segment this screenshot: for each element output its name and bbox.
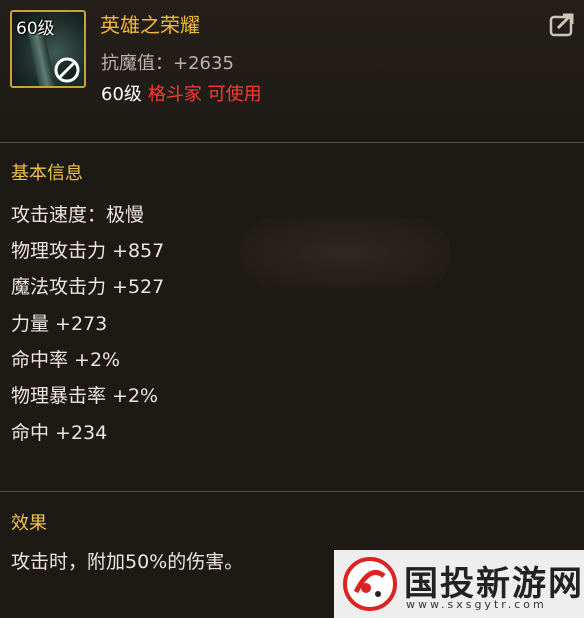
background-art xyxy=(240,218,450,288)
share-export-icon[interactable] xyxy=(548,12,576,38)
item-icon[interactable]: 60级 xyxy=(10,10,86,88)
effect-title: 效果 xyxy=(11,513,47,534)
divider xyxy=(0,142,584,143)
magic-resist: 抗魔值：+2635 xyxy=(101,53,234,74)
requirement-line: 60级 格斗家 可使用 xyxy=(101,80,262,106)
stat-hit-rate: 命中率 +2% xyxy=(11,349,121,371)
item-header xyxy=(0,0,584,118)
required-level: 60级 xyxy=(101,84,142,105)
stat-physical-attack: 物理攻击力 +857 xyxy=(11,240,165,262)
effect-text: 攻击时，附加50%的伤害。 xyxy=(11,551,244,573)
item-level-badge: 60级 xyxy=(16,19,55,39)
stat-strength: 力量 +273 xyxy=(11,313,108,335)
stat-hit: 命中 +234 xyxy=(11,422,108,444)
stat-physical-crit-rate: 物理暴击率 +2% xyxy=(11,385,159,407)
site-logo-icon xyxy=(343,557,397,611)
divider xyxy=(0,491,584,492)
basic-info-title: 基本信息 xyxy=(11,163,83,184)
stat-magic-attack: 魔法攻击力 +527 xyxy=(11,276,165,298)
class-restriction: 格斗家 可使用 xyxy=(147,84,262,105)
forbidden-icon xyxy=(54,57,80,83)
watermark: 国投新游网 www.sxsgytr.com xyxy=(334,550,584,618)
item-name: 英雄之荣耀 xyxy=(100,13,200,37)
watermark-url: www.sxsgytr.com xyxy=(406,598,547,611)
stat-attack-speed: 攻击速度：极慢 xyxy=(11,204,145,226)
